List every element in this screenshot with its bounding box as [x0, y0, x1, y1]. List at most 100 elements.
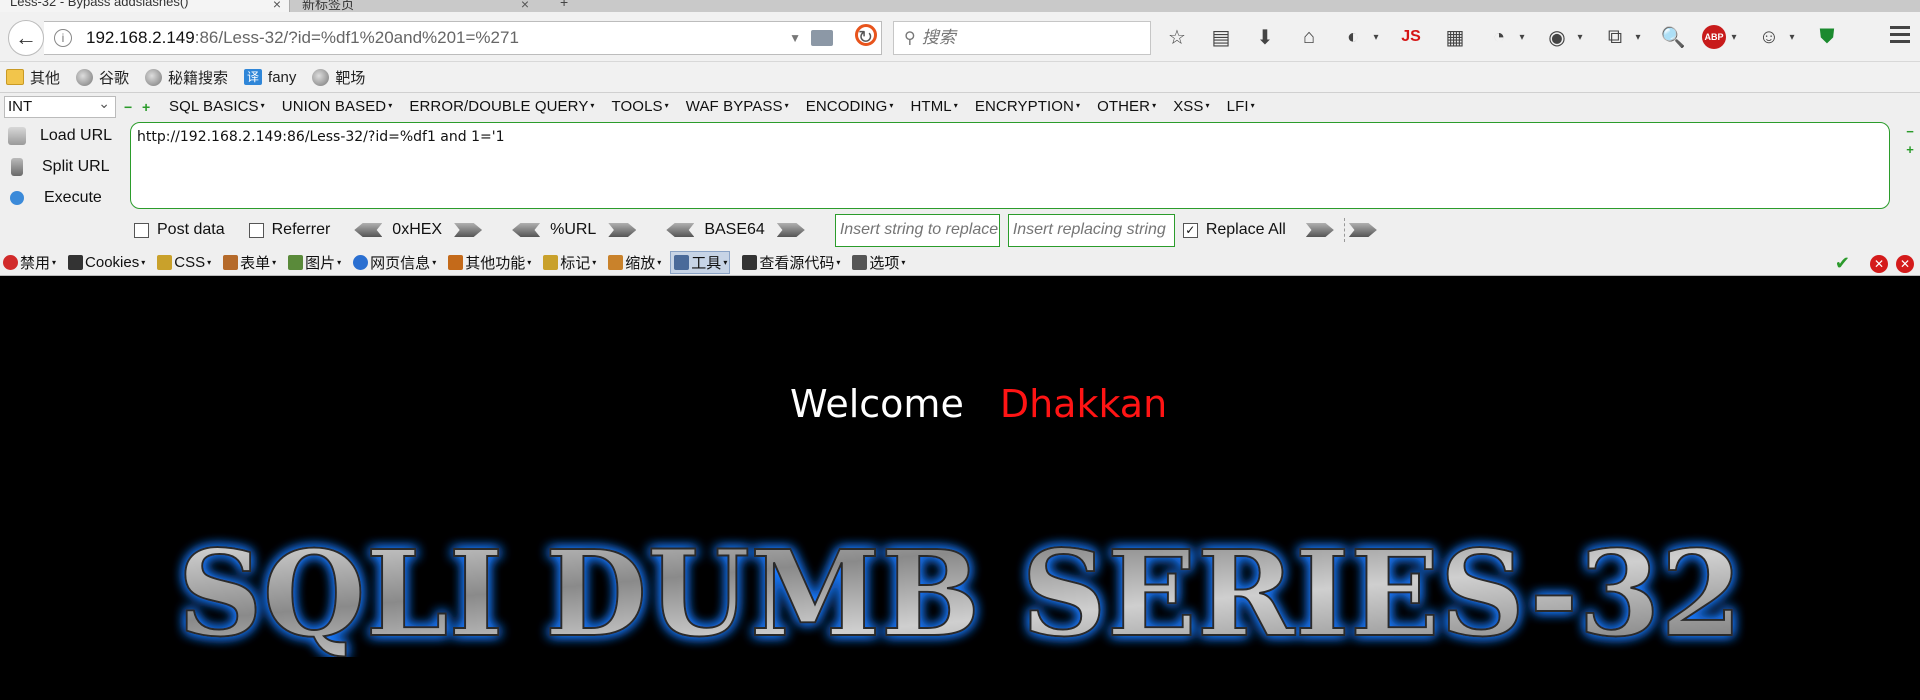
error-icon[interactable]: ✕: [1870, 254, 1888, 273]
addon-dropdown-icon[interactable]: ▾: [1574, 22, 1586, 52]
encode-arrow-icon[interactable]: [608, 223, 637, 237]
replacing-string-input[interactable]: [1007, 213, 1175, 247]
bookmark-search[interactable]: 秘籍搜索: [145, 67, 228, 88]
monkey-icon[interactable]: ☺: [1754, 22, 1784, 52]
screenshot-icon[interactable]: ▦: [1440, 22, 1470, 52]
tab-close-icon[interactable]: ×: [273, 0, 281, 12]
tab-new[interactable]: 新标签页 ×: [292, 0, 537, 12]
noscript-icon[interactable]: [855, 24, 877, 46]
new-tab-button[interactable]: +: [560, 0, 568, 10]
replace-back-arrow-icon[interactable]: [1348, 223, 1377, 237]
globe-icon: [312, 68, 330, 86]
action-label: Execute: [44, 188, 102, 206]
url-bar[interactable]: i 192.168.2.149:86/Less-32/?id=%df1%20an…: [44, 21, 882, 55]
back-button[interactable]: ←: [8, 20, 44, 56]
webdev-outline[interactable]: 标记 ▾: [540, 252, 596, 273]
encode-arrow-icon[interactable]: [776, 223, 805, 237]
check-icon[interactable]: ✔: [1835, 253, 1850, 274]
webdev-disable[interactable]: 禁用 ▾: [0, 252, 56, 273]
decode-arrow-icon[interactable]: [512, 223, 541, 237]
reading-list-icon[interactable]: ▤: [1206, 22, 1236, 52]
split-url-button[interactable]: Split URL: [0, 151, 128, 182]
menu-error-double-query[interactable]: ERROR/DOUBLE QUERY ▾: [409, 98, 594, 115]
post-data-checkbox[interactable]: [134, 222, 149, 238]
info-icon[interactable]: i: [54, 29, 72, 47]
tab-active[interactable]: Less-32 - Bypass addslashes() ×: [0, 0, 290, 12]
shield-icon[interactable]: ⛊: [1812, 22, 1842, 52]
banner-text: SQLI DUMB SERIES-32: [178, 527, 1743, 657]
type-select[interactable]: INT: [4, 93, 116, 118]
webdev-view-source[interactable]: 查看源代码 ▾: [739, 252, 840, 273]
palette-dropdown-icon[interactable]: ▾: [1516, 22, 1528, 52]
container-dropdown-icon[interactable]: ▾: [1632, 22, 1644, 52]
encoder-label: BASE64: [704, 221, 765, 238]
menu-encryption[interactable]: ENCRYPTION ▾: [975, 98, 1080, 115]
minus-icon[interactable]: −: [124, 100, 134, 114]
load-url-icon: [8, 126, 26, 145]
referrer-label: Referrer: [271, 221, 331, 238]
webdev-cookies[interactable]: Cookies ▾: [65, 254, 145, 271]
expand-icon[interactable]: +: [1904, 141, 1916, 159]
search-box[interactable]: ⚲: [893, 21, 1151, 55]
user-name: Dhakkan: [999, 382, 1168, 426]
monkey-dropdown-icon[interactable]: ▾: [1786, 22, 1798, 52]
search-icon: ⚲: [904, 30, 916, 47]
tab-close-icon[interactable]: ×: [521, 0, 529, 12]
adblock-dropdown-icon[interactable]: ▾: [1728, 22, 1740, 52]
webdev-css[interactable]: CSS ▾: [154, 254, 211, 271]
url-text[interactable]: 192.168.2.149:86/Less-32/?id=%df1%20and%…: [86, 28, 519, 48]
options-icon: [852, 254, 868, 270]
webdev-options[interactable]: 选项 ▾: [849, 252, 905, 273]
adblock-icon[interactable]: ABP: [1702, 25, 1726, 49]
sync-dropdown-icon[interactable]: ▾: [1370, 22, 1382, 52]
bookmark-range[interactable]: 靶场: [312, 67, 365, 88]
replace-arrow-icon[interactable]: [1305, 223, 1334, 237]
split-url-icon: [11, 157, 23, 176]
home-icon[interactable]: ⌂: [1294, 22, 1324, 52]
addon-icon[interactable]: ◉: [1542, 22, 1572, 52]
replace-string-input[interactable]: [834, 213, 1000, 247]
palette-icon[interactable]: ◔: [1484, 22, 1514, 52]
referrer-checkbox[interactable]: [248, 222, 264, 238]
webdev-page-info[interactable]: 网页信息 ▾: [350, 252, 436, 273]
bookmark-other[interactable]: 其他: [6, 67, 60, 88]
url-dropdown-icon[interactable]: ▼: [789, 31, 801, 45]
extension-icon[interactable]: [811, 30, 833, 46]
close-icon[interactable]: ✕: [1896, 254, 1914, 273]
sync-icon[interactable]: ◐: [1338, 22, 1368, 52]
menu-lfi[interactable]: LFI ▾: [1227, 98, 1255, 115]
post-data-label: Post data: [157, 221, 225, 238]
plus-icon[interactable]: +: [142, 100, 152, 114]
menu-union-based[interactable]: UNION BASED ▾: [282, 98, 393, 115]
menu-xss[interactable]: XSS ▾: [1173, 98, 1209, 115]
encoder-label: %URL: [550, 221, 597, 238]
encode-arrow-icon[interactable]: [454, 223, 483, 237]
menu-waf-bypass[interactable]: WAF BYPASS ▾: [686, 98, 789, 115]
menu-icon[interactable]: [1890, 26, 1910, 47]
menu-sql-basics[interactable]: SQL BASICS ▾: [169, 98, 265, 115]
webdev-resize[interactable]: 缩放 ▾: [605, 252, 661, 273]
decode-arrow-icon[interactable]: [666, 223, 695, 237]
search-input[interactable]: [921, 28, 1122, 48]
webdev-forms[interactable]: 表单 ▾: [220, 252, 276, 273]
decode-arrow-icon[interactable]: [354, 223, 383, 237]
js-icon[interactable]: JS: [1396, 22, 1426, 52]
bookmark-fany[interactable]: 译 fany: [244, 69, 296, 86]
bookmark-star-icon[interactable]: ☆: [1162, 22, 1192, 52]
menu-html[interactable]: HTML ▾: [911, 98, 958, 115]
webdev-images[interactable]: 图片 ▾: [285, 252, 341, 273]
webdev-misc[interactable]: 其他功能 ▾: [445, 252, 531, 273]
replace-all-checkbox[interactable]: ✓: [1182, 222, 1198, 238]
zoom-icon[interactable]: 🔍: [1658, 22, 1688, 52]
hackbar-url-textarea[interactable]: http://192.168.2.149:86/Less-32/?id=%df1…: [130, 122, 1890, 209]
execute-button[interactable]: Execute: [0, 182, 128, 213]
shrink-icon[interactable]: −: [1904, 123, 1916, 141]
menu-other[interactable]: OTHER ▾: [1097, 98, 1156, 115]
bookmark-google[interactable]: 谷歌: [76, 67, 129, 88]
download-icon[interactable]: ⬇: [1250, 22, 1280, 52]
container-icon[interactable]: ⧉: [1600, 22, 1630, 52]
webdev-tools[interactable]: 工具 ▾: [670, 250, 731, 274]
menu-tools[interactable]: TOOLS ▾: [612, 98, 669, 115]
load-url-button[interactable]: Load URL: [0, 120, 128, 151]
menu-encoding[interactable]: ENCODING ▾: [806, 98, 894, 115]
